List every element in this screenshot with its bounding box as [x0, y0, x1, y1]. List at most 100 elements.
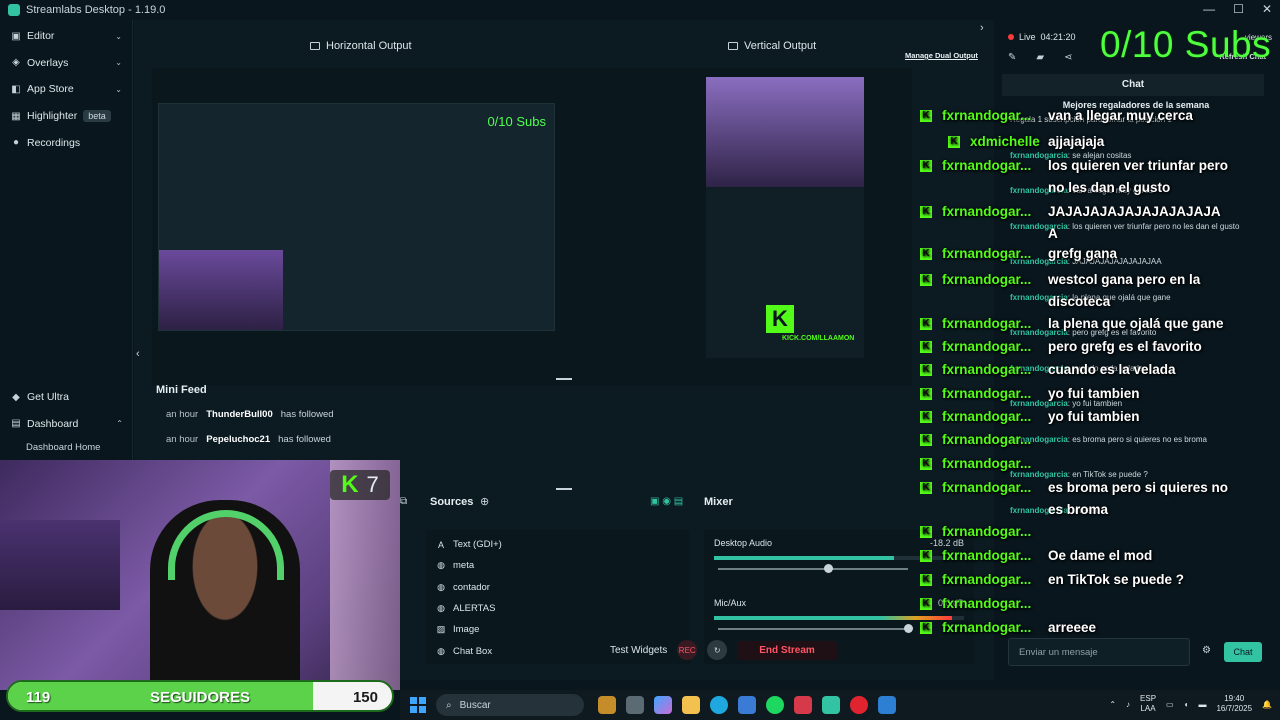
sidebar-item-recordings[interactable]: ● Recordings — [0, 129, 132, 156]
kick-chat-message: Kfxrnandogar... — [920, 596, 1037, 611]
chevron-up-icon[interactable]: ⌃ — [1109, 700, 1116, 709]
windows-start-icon[interactable] — [410, 697, 426, 713]
network-icon[interactable]: ▭ — [1166, 700, 1174, 709]
opera-icon[interactable] — [850, 696, 868, 714]
taskbar-search[interactable]: ⌕ Buscar — [436, 694, 584, 716]
tab-horizontal-output[interactable]: Horizontal Output — [310, 40, 412, 52]
spotify-icon[interactable] — [766, 696, 784, 714]
kick-chat-user: fxrnandogar... — [942, 362, 1032, 377]
mic-icon[interactable]: ♪ — [1126, 700, 1130, 709]
source-tools-icon[interactable]: ▣ ◉ ▤ — [650, 496, 683, 507]
scene-webcam-thumbnail — [159, 250, 283, 330]
kick-chat-user: fxrnandogar... — [942, 432, 1032, 447]
camera-icon[interactable]: ▰ — [1036, 52, 1044, 63]
pocket-icon[interactable] — [794, 696, 812, 714]
monitor-icon — [310, 42, 320, 50]
sidebar-item-dashboard[interactable]: ▤ Dashboard ⌃ — [0, 411, 133, 438]
file-explorer-icon[interactable] — [682, 696, 700, 714]
notification-bell-icon[interactable]: 🔔 — [1262, 700, 1272, 709]
kick-chat-text: en TikTok se puede ? — [1048, 572, 1185, 587]
kick-chat-message: Kfxrnandogar... — [920, 456, 1037, 471]
sidebar-item-get-ultra[interactable]: ◆ Get Ultra — [0, 384, 133, 411]
sidebar-item-overlays[interactable]: ◈ Overlays ⌄ — [0, 50, 132, 77]
record-button[interactable]: REC — [677, 640, 698, 660]
kick-logo-icon: K — [920, 388, 932, 401]
sidebar-item-dashboard-home[interactable]: Dashboard Home — [0, 437, 133, 457]
kick-chat-text: ajjajajaja — [1048, 134, 1105, 149]
kick-chat-text: JAJAJAJAJAJAJAJAJAJA — [1048, 204, 1221, 219]
kick-chat-user: fxrnandogar... — [942, 572, 1032, 587]
kick-logo-icon: K — [920, 341, 932, 354]
kick-chat-message: Kfxrnandogar... — [920, 409, 1037, 424]
clock[interactable]: 19:40 16/7/2025 — [1216, 694, 1252, 714]
battery-icon[interactable]: ▬ — [1198, 700, 1206, 709]
tab-vertical-output[interactable]: Vertical Output — [728, 40, 816, 52]
app-icon[interactable] — [878, 696, 896, 714]
globe-icon: ◍ — [437, 560, 445, 571]
edit-icon[interactable]: ✎ — [1008, 52, 1016, 63]
sidebar-item-app-store[interactable]: ◧ App Store ⌄ — [0, 76, 132, 103]
close-button[interactable]: ✕ — [1262, 2, 1272, 16]
dashboard-icon: ▤ — [11, 418, 21, 430]
manage-dual-output-link[interactable]: Manage Dual Output — [905, 51, 978, 60]
list-item[interactable]: ◍ meta — [426, 555, 690, 576]
edge-browser-icon[interactable] — [710, 696, 728, 714]
sidebar-item-editor[interactable]: ▣ Editor ⌄ — [0, 23, 132, 50]
language-indicator[interactable]: ESP LAA — [1140, 694, 1156, 714]
chevron-down-icon[interactable]: ⌄ — [115, 58, 122, 67]
tab-chat[interactable]: Chat — [1002, 74, 1264, 96]
editor-footer: Test Widgets REC ↻ End Stream — [610, 640, 837, 660]
kick-chat-message: Kfxrnandogar... — [920, 108, 1037, 123]
end-stream-button[interactable]: End Stream — [737, 640, 837, 660]
list-item[interactable]: A Text (GDI+) — [426, 534, 690, 555]
store-icon[interactable] — [738, 696, 756, 714]
kick-logo-icon: K — [920, 160, 932, 173]
lang-top: ESP — [1140, 694, 1157, 703]
share-icon[interactable]: ⋖ — [1064, 52, 1072, 63]
maximize-button[interactable]: ☐ — [1233, 2, 1244, 16]
chat-input[interactable]: Enviar un mensaje — [1008, 638, 1190, 666]
copilot-icon[interactable] — [654, 696, 672, 714]
kick-logo-icon: K — [341, 471, 359, 498]
task-view-icon[interactable] — [626, 696, 644, 714]
kick-logo-icon: K — [920, 364, 932, 377]
list-item[interactable]: ▨ Image — [426, 619, 690, 640]
sidebar-item-highlighter[interactable]: ▦ Highlighter beta — [0, 103, 132, 130]
resize-handle[interactable] — [556, 378, 572, 380]
scene-preview[interactable]: 0/10 Subs — [158, 103, 555, 331]
kick-chat-message: Kfxrnandogar... — [920, 572, 1037, 587]
collapse-right-icon[interactable]: › — [980, 22, 984, 34]
feed-row[interactable]: an hour ThunderBull00 has followed — [152, 402, 972, 427]
volume-slider[interactable] — [718, 564, 908, 573]
chevron-down-icon[interactable]: ⌄ — [115, 32, 122, 41]
send-chat-button[interactable]: Chat — [1224, 642, 1262, 662]
collapse-left-icon[interactable]: ‹ — [136, 348, 140, 360]
resize-handle[interactable] — [556, 488, 572, 490]
kick-chat-text: es broma pero si quieres no — [1048, 480, 1229, 495]
replay-icon[interactable]: ↻ — [707, 640, 728, 660]
kick-chat-text: westcol gana pero en la — [1048, 272, 1201, 287]
kick-logo-icon: K — [920, 526, 932, 539]
list-item[interactable]: ◍ ALERTAS — [426, 598, 690, 619]
streamlabs-icon[interactable] — [822, 696, 840, 714]
feed-row[interactable]: an hour Pepeluchoc21 has followed — [152, 427, 972, 452]
gear-icon[interactable]: ⚙ — [1202, 645, 1211, 656]
app-store-icon: ◧ — [11, 83, 21, 95]
kick-logo-icon: K — [766, 305, 794, 333]
minimize-button[interactable]: — — [1203, 2, 1215, 16]
volume-icon[interactable]: ◖ — [1184, 700, 1189, 709]
test-widgets-button[interactable]: Test Widgets — [610, 645, 667, 656]
add-source-icon[interactable]: ⊕ — [480, 495, 489, 508]
kick-chat-text: Oe dame el mod — [1048, 548, 1153, 563]
chevron-up-icon[interactable]: ⌃ — [116, 419, 123, 428]
horizontal-canvas[interactable]: 0/10 Subs K KICK.COM/LLAAMON — [152, 68, 912, 386]
kick-chat-message: Kfxrnandogar... — [920, 620, 1037, 635]
list-item[interactable]: ◍ contador — [426, 577, 690, 598]
filter-icon[interactable]: ⧉ — [400, 496, 407, 507]
widgets-app-icon[interactable] — [598, 696, 616, 714]
vertical-canvas[interactable]: K KICK.COM/LLAAMON — [706, 77, 864, 358]
chevron-down-icon[interactable]: ⌄ — [115, 85, 122, 94]
kick-chat-message: Kfxrnandogar... — [920, 524, 1037, 539]
sidebar-item-label: App Store — [27, 83, 74, 96]
volume-slider[interactable] — [718, 624, 913, 633]
